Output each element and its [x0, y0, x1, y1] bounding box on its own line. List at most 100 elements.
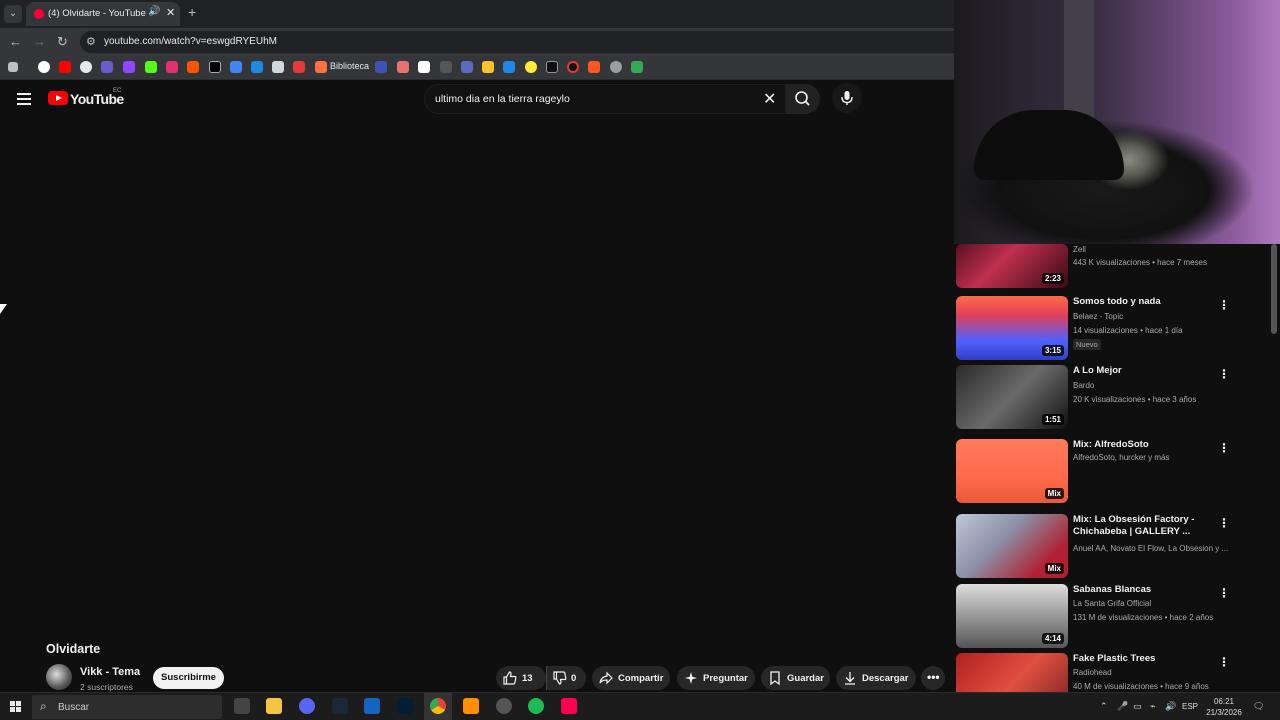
- subscribe-button[interactable]: Suscribirme: [153, 667, 224, 689]
- video-title[interactable]: Mix: La Obsesión Factory - Chichabeba | …: [1073, 514, 1225, 538]
- sheets-bookmark-icon[interactable]: [631, 61, 643, 73]
- tab-audio-icon[interactable]: 🔊: [148, 6, 160, 17]
- bookmark-icon-3[interactable]: [80, 61, 92, 73]
- video-thumbnail[interactable]: 1:51: [956, 365, 1068, 429]
- channel-name[interactable]: AlfredoSoto, hurcker y más: [1073, 453, 1169, 462]
- bookmark-icon-15[interactable]: [375, 61, 387, 73]
- search-button[interactable]: [786, 84, 820, 114]
- bookmark-icon-26[interactable]: [610, 61, 622, 73]
- clear-search-icon[interactable]: ✕: [763, 89, 776, 109]
- download-button[interactable]: Descargar: [836, 666, 916, 690]
- channel-name[interactable]: La Santa Grifa Official: [1073, 599, 1151, 608]
- network-tray-icon[interactable]: ⌁: [1150, 701, 1155, 712]
- channel-name[interactable]: Anuel AA, Novato El Flow, La Obsesion y …: [1073, 544, 1228, 553]
- channel-name[interactable]: Vikk - Tema: [80, 666, 140, 678]
- video-thumbnail[interactable]: Mix: [956, 439, 1068, 503]
- bookmark-icon-12[interactable]: [272, 61, 284, 73]
- channel-avatar[interactable]: [46, 664, 72, 690]
- kick-bookmark-icon[interactable]: [145, 61, 157, 73]
- forward-icon[interactable]: →: [33, 34, 46, 49]
- channel-name[interactable]: Zell: [1073, 245, 1086, 254]
- notion-bookmark-icon[interactable]: [418, 61, 430, 73]
- tiktok-icon[interactable]: [561, 698, 577, 714]
- biblioteca-bookmark-icon[interactable]: [315, 61, 327, 73]
- soundcloud-bookmark-icon[interactable]: [187, 61, 199, 73]
- dislike-button[interactable]: 0: [546, 666, 586, 690]
- google-bookmark-icon[interactable]: [38, 61, 50, 73]
- reload-icon[interactable]: ↻: [57, 34, 68, 50]
- share-button[interactable]: Compartir: [592, 666, 670, 690]
- channel-name[interactable]: Radiohead: [1073, 668, 1112, 677]
- display-tray-icon[interactable]: ▭: [1133, 701, 1142, 712]
- biblioteca-bookmark-label[interactable]: Biblioteca: [330, 61, 369, 71]
- youtube-logo-icon[interactable]: [48, 91, 68, 105]
- instagram-bookmark-icon[interactable]: [166, 61, 178, 73]
- video-thumbnail[interactable]: [956, 653, 1068, 692]
- search-query[interactable]: ultimo dia en la tierra rageylo: [435, 93, 570, 105]
- tab-close-icon[interactable]: ✕: [166, 6, 175, 19]
- x-bookmark-icon[interactable]: [209, 61, 221, 73]
- bookmark-icon-23[interactable]: [546, 61, 558, 73]
- video-title[interactable]: Sabanas Blancas: [1073, 584, 1223, 596]
- bookmark-icon-16[interactable]: [397, 61, 409, 73]
- site-info-icon[interactable]: ⚙: [86, 35, 96, 48]
- taskbar-app-v-icon[interactable]: [364, 698, 380, 714]
- more-actions-button[interactable]: •••: [921, 666, 945, 690]
- bookmark-icon-25[interactable]: [588, 61, 600, 73]
- bookmark-icon-18[interactable]: [440, 61, 452, 73]
- fl-studio-icon[interactable]: [463, 698, 479, 714]
- bookmark-icon-20[interactable]: [482, 61, 494, 73]
- url-text[interactable]: youtube.com/watch?v=eswgdRYEUhM: [104, 36, 277, 47]
- save-button[interactable]: Guardar: [761, 666, 830, 690]
- taskbar-search-placeholder[interactable]: Buscar: [58, 702, 89, 713]
- discord-icon[interactable]: [299, 698, 315, 714]
- kebab-menu-icon[interactable]: ⋮: [1218, 441, 1230, 455]
- kebab-menu-icon[interactable]: ⋮: [1218, 516, 1230, 530]
- microphone-tray-icon[interactable]: 🎤: [1117, 701, 1128, 712]
- video-thumbnail[interactable]: 2:23: [956, 244, 1068, 288]
- channel-name[interactable]: Bardo: [1073, 381, 1094, 390]
- like-button[interactable]: 13: [496, 666, 546, 690]
- bookmark-icon-21[interactable]: [503, 61, 515, 73]
- video-title[interactable]: Fake Plastic Trees: [1073, 653, 1223, 665]
- video-thumbnail[interactable]: 3:15: [956, 296, 1068, 360]
- video-thumbnail[interactable]: Mix: [956, 514, 1068, 578]
- notifications-icon[interactable]: 🗨: [1253, 701, 1264, 712]
- new-tab-button[interactable]: +: [188, 4, 196, 20]
- video-thumbnail[interactable]: 4:14: [956, 584, 1068, 648]
- kebab-menu-icon[interactable]: ⋮: [1218, 367, 1230, 381]
- tray-chevron-icon[interactable]: ⌃: [1100, 701, 1108, 712]
- video-player[interactable]: [0, 117, 954, 637]
- volume-tray-icon[interactable]: 🔊: [1165, 701, 1176, 712]
- kebab-menu-icon[interactable]: ⋮: [1218, 655, 1230, 669]
- apps-grid-icon[interactable]: [8, 62, 18, 72]
- bookmark-icon-24[interactable]: [567, 61, 579, 73]
- back-icon[interactable]: ←: [9, 34, 22, 49]
- chrome-icon[interactable]: [430, 698, 446, 714]
- file-explorer-icon[interactable]: [266, 698, 282, 714]
- language-indicator[interactable]: ESP: [1182, 702, 1198, 711]
- tab-search-button[interactable]: ⌄: [4, 5, 22, 23]
- spotify-icon[interactable]: [528, 698, 544, 714]
- sidebar-scrollbar[interactable]: [1271, 244, 1277, 334]
- windows-start-icon[interactable]: [10, 701, 22, 713]
- bookmark-icon-13[interactable]: [293, 61, 305, 73]
- youtube-bookmark-icon[interactable]: [59, 61, 71, 73]
- photoshop-icon[interactable]: [397, 698, 413, 714]
- system-clock[interactable]: 06:21 21/3/2026: [1200, 696, 1248, 718]
- kebab-menu-icon[interactable]: ⋮: [1218, 586, 1230, 600]
- bookmark-icon-4[interactable]: [101, 61, 113, 73]
- taskbar-app-icon-1[interactable]: [234, 698, 250, 714]
- menu-icon[interactable]: [17, 93, 31, 105]
- steam-icon[interactable]: [332, 698, 348, 714]
- twitch-bookmark-icon[interactable]: [123, 61, 135, 73]
- address-bar[interactable]: ⚙ youtube.com/watch?v=eswgdRYEUhM: [80, 31, 954, 53]
- translate-bookmark-icon[interactable]: [230, 61, 242, 73]
- search-input[interactable]: ultimo dia en la tierra rageylo ✕: [424, 84, 786, 114]
- video-title[interactable]: Mix: AlfredoSoto: [1073, 439, 1223, 451]
- channel-name[interactable]: Belaez - Topic: [1073, 312, 1123, 321]
- ask-button[interactable]: Preguntar: [677, 666, 755, 690]
- taskbar-app-icon-10[interactable]: [496, 698, 512, 714]
- bookmark-icon-22[interactable]: [525, 61, 537, 73]
- video-title[interactable]: Somos todo y nada: [1073, 296, 1223, 308]
